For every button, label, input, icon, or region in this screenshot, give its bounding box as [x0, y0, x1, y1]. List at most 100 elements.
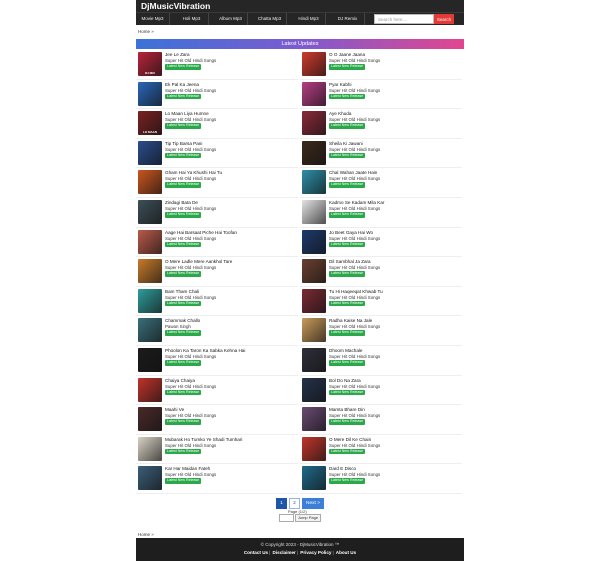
nav-item-hindi-mp3[interactable]: Hindi Mp3	[292, 13, 326, 25]
song-thumbnail[interactable]	[138, 318, 162, 343]
song-title[interactable]: Pyar Kabhi	[329, 82, 351, 87]
song-title[interactable]: Chammak Challo	[165, 318, 200, 323]
song-item[interactable]: Mubarak Ho Tumko Ye Shadi Tumhari Super H…	[136, 435, 298, 465]
song-title[interactable]: Dhoom Machale	[329, 348, 362, 353]
song-title[interactable]: Dil Sambhal Ja Zara	[329, 259, 371, 264]
song-thumbnail[interactable]	[302, 377, 326, 402]
song-item[interactable]: Radha Kaise Na Jale Super Hit Old Hindi S…	[300, 316, 462, 346]
site-logo[interactable]: DjMusicVibration	[141, 1, 210, 11]
song-item[interactable]: Tu Hi Haqeeqat Khwab Tu Super Hit Old Hin…	[300, 287, 462, 317]
song-title[interactable]: Jee Le Zara	[165, 52, 190, 57]
song-title[interactable]: Jo Beet Gaya Hai Wo	[329, 230, 373, 235]
song-thumbnail[interactable]	[302, 318, 326, 343]
song-title[interactable]: Kar Har Maidan Fateh	[165, 466, 210, 471]
song-item[interactable]: Dil Sambhal Ja Zara Super Hit Old Hindi S…	[300, 257, 462, 287]
song-thumbnail[interactable]	[138, 81, 162, 106]
song-item[interactable]: Maahi Ve Super Hit Old Hindi Songs Latest …	[136, 405, 298, 435]
song-title[interactable]: Maahi Ve	[165, 407, 184, 412]
song-thumbnail[interactable]	[302, 200, 326, 224]
song-title[interactable]: Radha Kaise Na Jale	[329, 318, 372, 323]
page-1-button[interactable]: 1	[276, 498, 287, 509]
song-thumbnail[interactable]	[138, 377, 162, 402]
footer-link-disclaimer[interactable]: Disclaimer	[273, 550, 296, 555]
song-item[interactable]: Jo Beet Gaya Hai Wo Super Hit Old Hindi S…	[300, 228, 462, 258]
song-title[interactable]: Sheila Ki Jawani	[329, 141, 363, 146]
song-item[interactable]: Dard E Disco Super Hit Old Hindi Songs Lat…	[300, 464, 462, 494]
song-thumbnail[interactable]	[302, 229, 326, 254]
song-title[interactable]: Chal Wahan Jaate Hain	[329, 170, 377, 175]
song-thumbnail[interactable]: DJ MIX	[138, 52, 162, 76]
song-item[interactable]: Mamta Bhare Din Super Hit Old Hindi Songs…	[300, 405, 462, 435]
song-thumbnail[interactable]	[138, 407, 162, 432]
song-item[interactable]: Zindagi Bata De Super Hit Old Hindi Songs…	[136, 198, 298, 228]
song-item[interactable]: Bol Do Na Zara Super Hit Old Hindi Songs L…	[300, 376, 462, 406]
next-page-button[interactable]: Next >	[302, 498, 324, 509]
song-thumbnail[interactable]	[302, 52, 326, 76]
song-item[interactable]: Kadmo Se Kadam Mila Kar Super Hit Old Hin…	[300, 198, 462, 228]
song-thumbnail[interactable]	[302, 111, 326, 136]
song-item[interactable]: Sheila Ki Jawani Super Hit Old Hindi Song…	[300, 139, 462, 169]
song-item[interactable]: Aye Khuda Super Hit Old Hindi Songs Latest…	[300, 109, 462, 139]
song-item[interactable]: O Mere Dil Ke Chain Super Hit Old Hindi S…	[300, 435, 462, 465]
song-title[interactable]: Tu Hi Haqeeqat Khwab Tu	[329, 289, 383, 294]
song-thumbnail[interactable]	[302, 170, 326, 195]
song-thumbnail[interactable]	[302, 81, 326, 106]
song-item[interactable]: Chammak Challo Pawan Singh Latest New Rele…	[136, 316, 298, 346]
song-item[interactable]: Aage Hai Barsaat Piche Hai Toofan Super H…	[136, 228, 298, 258]
song-title[interactable]: Zindagi Bata De	[165, 200, 198, 205]
search-input[interactable]	[374, 14, 434, 24]
song-thumbnail[interactable]	[138, 140, 162, 165]
song-title[interactable]: Bol Do Na Zara	[329, 378, 361, 383]
footer-link-about[interactable]: About Us	[336, 550, 356, 555]
song-thumbnail[interactable]	[138, 436, 162, 461]
breadcrumb[interactable]: Home »	[138, 29, 154, 34]
nav-item-dj-remix[interactable]: DJ Remix	[331, 13, 365, 25]
song-title[interactable]: O O Jaane Jaana	[329, 52, 365, 57]
song-title[interactable]: Aye Khuda	[329, 111, 351, 116]
page-2-button[interactable]: 2	[289, 498, 300, 509]
song-item[interactable]: LO MAAN Lo Maan Liya Humne Super Hit Old H…	[136, 109, 298, 139]
song-item[interactable]: Dhoom Machale Super Hit Old Hindi Songs La…	[300, 346, 462, 376]
song-title[interactable]: Gham Hai Ya Khushi Hai Tu	[165, 170, 222, 175]
song-title[interactable]: Ek Pal Ka Jeena	[165, 82, 199, 87]
song-item[interactable]: Kar Har Maidan Fateh Super Hit Old Hindi …	[136, 464, 298, 494]
song-title[interactable]: Mubarak Ho Tumko Ye Shadi Tumhari	[165, 437, 242, 442]
search-button[interactable]: Search	[434, 14, 454, 24]
jump-page-input[interactable]	[279, 514, 294, 522]
jump-page-button[interactable]: Jump Page	[295, 514, 321, 522]
song-item[interactable]: O O Jaane Jaana Super Hit Old Hindi Songs…	[300, 50, 462, 80]
song-title[interactable]: Bam Tham Chali	[165, 289, 199, 294]
song-item[interactable]: Phoolon Ka Taron Ka Sabka Kehna Hai Super…	[136, 346, 298, 376]
song-thumbnail[interactable]	[302, 436, 326, 461]
song-title[interactable]: Aage Hai Barsaat Piche Hai Toofan	[165, 230, 237, 235]
song-thumbnail[interactable]	[138, 348, 162, 372]
song-thumbnail[interactable]	[302, 140, 326, 165]
song-thumbnail[interactable]: LO MAAN	[138, 111, 162, 136]
song-thumbnail[interactable]	[302, 348, 326, 372]
song-title[interactable]: Phoolon Ka Taron Ka Sabka Kehna Hai	[165, 348, 245, 353]
song-item[interactable]: Tip Tip Barsa Pani Super Hit Old Hindi So…	[136, 139, 298, 169]
song-item[interactable]: Gham Hai Ya Khushi Hai Tu Super Hit Old H…	[136, 168, 298, 198]
song-item[interactable]: Bam Tham Chali Super Hit Old Hindi Songs L…	[136, 287, 298, 317]
song-item[interactable]: Ek Pal Ka Jeena Super Hit Old Hindi Songs…	[136, 80, 298, 110]
song-thumbnail[interactable]	[302, 407, 326, 432]
song-thumbnail[interactable]	[302, 466, 326, 491]
song-title[interactable]: Lo Maan Liya Humne	[165, 111, 209, 116]
song-item[interactable]: Pyar Kabhi Super Hit Old Hindi Songs Lates…	[300, 80, 462, 110]
song-item[interactable]: DJ MIX Jee Le Zara Super Hit Old Hindi Son…	[136, 50, 298, 80]
song-thumbnail[interactable]	[302, 259, 326, 284]
song-title[interactable]: Mamta Bhare Din	[329, 407, 365, 412]
song-thumbnail[interactable]	[138, 259, 162, 284]
song-thumbnail[interactable]	[302, 288, 326, 313]
nav-item-holi-mp3[interactable]: Holi Mp3	[175, 13, 209, 25]
song-thumbnail[interactable]	[138, 170, 162, 195]
footer-link-privacy[interactable]: Privacy Policy	[300, 550, 331, 555]
song-title[interactable]: O Mere Ladle Mere Aankhol Tare	[165, 259, 232, 264]
song-thumbnail[interactable]	[138, 466, 162, 491]
song-item[interactable]: Chal Wahan Jaate Hain Super Hit Old Hindi…	[300, 168, 462, 198]
song-thumbnail[interactable]	[138, 229, 162, 254]
footer-link-contact[interactable]: Contact Us	[244, 550, 268, 555]
song-item[interactable]: O Mere Ladle Mere Aankhol Tare Super Hit …	[136, 257, 298, 287]
nav-item-movie-mp3[interactable]: Movie Mp3	[136, 13, 170, 25]
song-title[interactable]: Kadmo Se Kadam Mila Kar	[329, 200, 384, 205]
